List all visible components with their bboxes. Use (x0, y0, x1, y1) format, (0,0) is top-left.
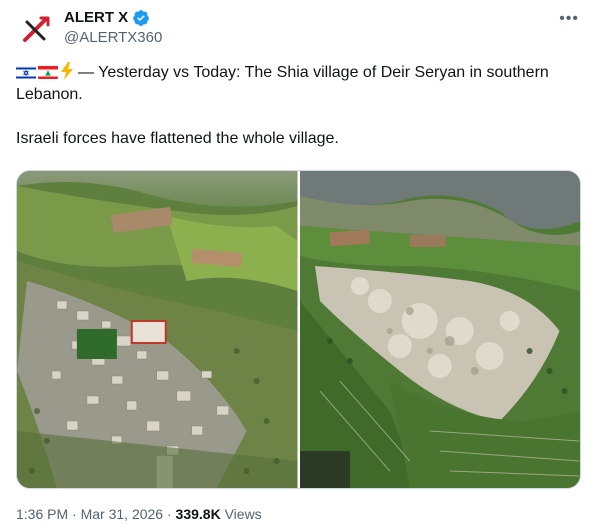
lightning-bolt-icon (61, 62, 73, 80)
views-count: 339.8K (175, 506, 221, 522)
tweet-date[interactable]: Mar 31, 2026 (81, 506, 164, 522)
avatar[interactable] (16, 10, 56, 50)
verified-badge-icon (133, 10, 150, 26)
village-before-aerial-photo[interactable] (17, 171, 298, 488)
lebanon-flag-icon (38, 65, 58, 79)
more-horizontal-icon[interactable]: ••• (559, 10, 579, 28)
meta-separator: · (166, 506, 172, 522)
meta-separator: · (72, 506, 77, 522)
village-after-aerial-photo[interactable] (299, 171, 580, 488)
tweet-text: — Yesterday vs Today: The Shia village o… (16, 62, 581, 150)
tweet-line-1: — Yesterday vs Today: The Shia village o… (16, 64, 549, 103)
tweet-time[interactable]: 1:36 PM (16, 506, 68, 522)
tweet-line-2: Israeli forces have flattened the whole … (16, 130, 339, 147)
israel-flag-icon (16, 65, 36, 79)
author-display-name[interactable]: ALERT X (64, 8, 128, 28)
author-handle[interactable]: @ALERTX360 (64, 28, 162, 48)
tweet-meta: 1:36 PM · Mar 31, 2026 · 339.8K Views (16, 504, 262, 524)
author-name-row[interactable]: ALERT X (64, 8, 150, 28)
views-label: Views (224, 506, 262, 522)
alert-x-logo-icon (23, 16, 50, 42)
media-grid[interactable] (16, 170, 581, 489)
